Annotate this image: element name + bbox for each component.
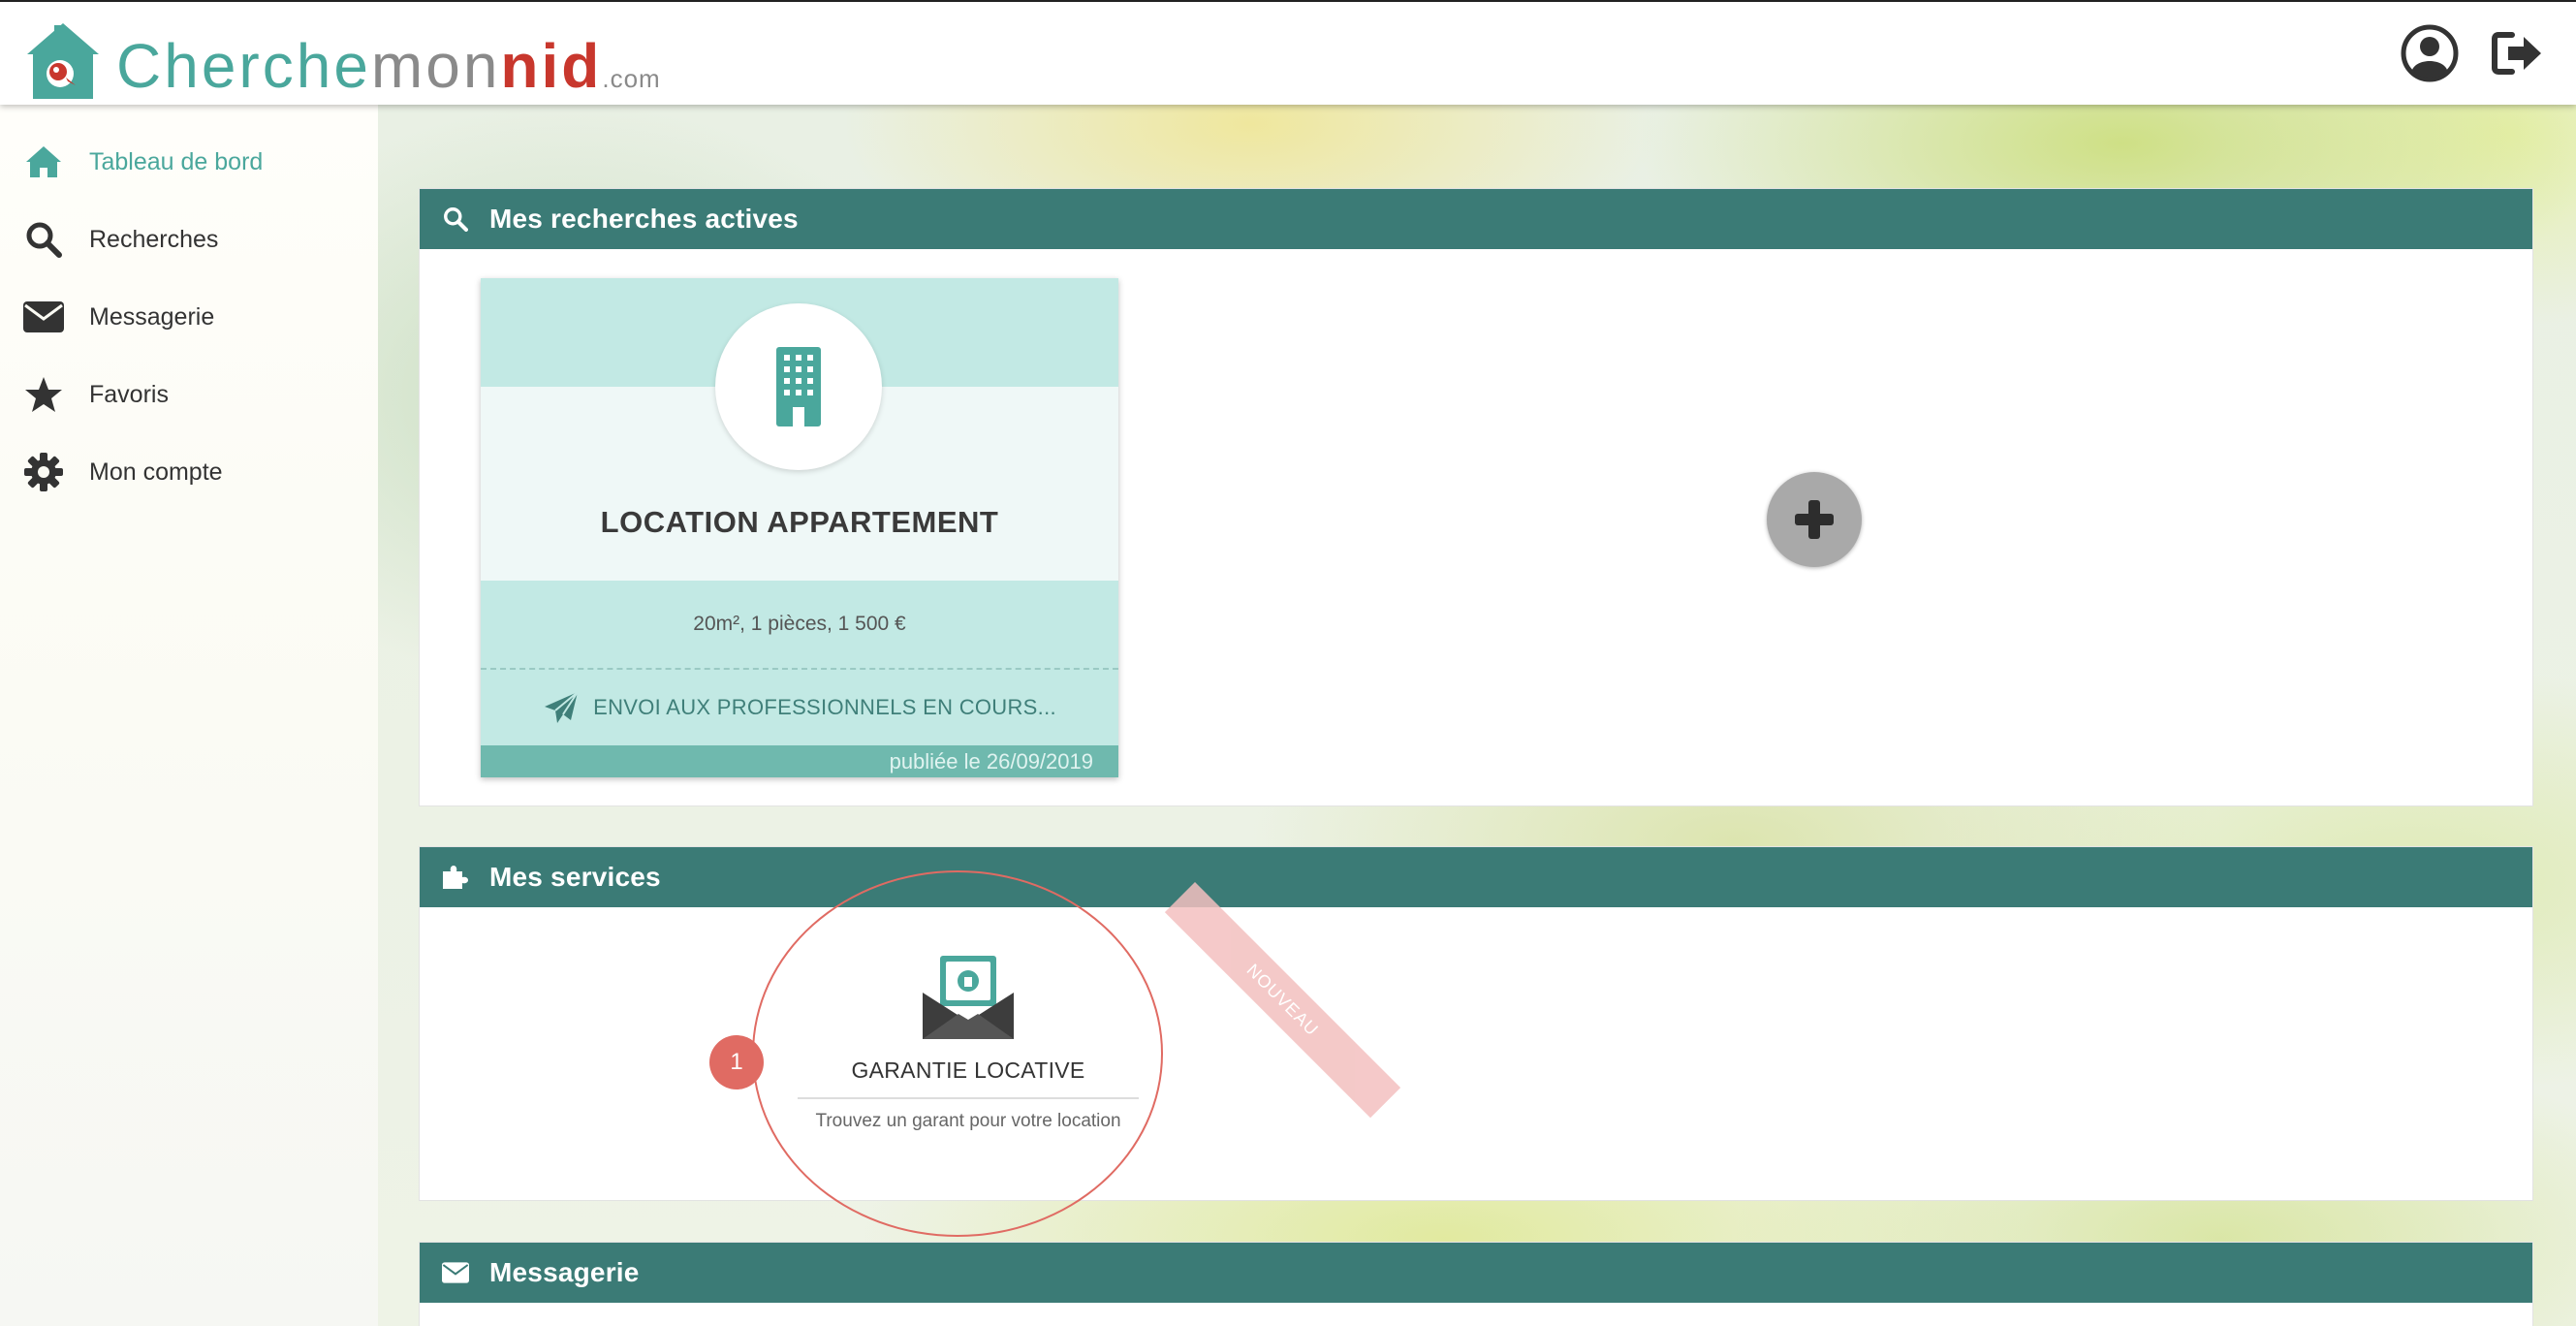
search-card[interactable]: LOCATION APPARTEMENT 20m², 1 pièces, 1 5…	[481, 278, 1118, 777]
card-status-text: ENVOI AUX PROFESSIONNELS EN COURS...	[593, 695, 1056, 719]
panel-header: Mes recherches actives	[420, 189, 2532, 249]
messaging-panel: Messagerie	[419, 1242, 2533, 1326]
sidebar-item-label: Mon compte	[89, 458, 223, 486]
rental-guarantee-service[interactable]: GARANTIE LOCATIVE Trouvez un garant pour…	[798, 954, 1139, 1132]
sidebar-item-favoris[interactable]: Favoris	[21, 372, 169, 417]
sidebar-item-messagerie[interactable]: Messagerie	[21, 295, 214, 339]
card-title: LOCATION APPARTEMENT	[600, 505, 999, 539]
money-envelope-icon	[923, 956, 1014, 1039]
card-status: ENVOI AUX PROFESSIONNELS EN COURS...	[481, 668, 1118, 745]
sidebar-item-mon-compte[interactable]: Mon compte	[21, 450, 223, 494]
building-icon-circle	[715, 303, 882, 470]
envelope-icon	[439, 1256, 472, 1289]
services-panel: Mes services NOUVEAU GARANTIE LOCATIVE T…	[419, 846, 2533, 1201]
sidebar-item-label: Tableau de bord	[89, 147, 264, 175]
panel-title: Messagerie	[489, 1257, 640, 1287]
top-header: Cherchemonnid.com	[0, 0, 2576, 105]
service-description: Trouvez un garant pour votre location	[815, 1111, 1121, 1131]
panel-header: Messagerie	[420, 1243, 2532, 1303]
sidebar-item-label: Recherches	[89, 225, 219, 253]
sidebar-item-tableau-de-bord[interactable]: Tableau de bord	[21, 140, 263, 184]
house-logo-icon	[27, 23, 99, 99]
card-published-date: publiée le 26/09/2019	[481, 745, 1118, 777]
panel-title: Mes services	[489, 862, 661, 892]
logo[interactable]: Cherchemonnid.com	[25, 14, 661, 101]
new-ribbon: NOUVEAU	[1164, 882, 1401, 1119]
active-searches-panel: Mes recherches actives LOCATION APPARTEM…	[419, 188, 2533, 806]
sidebar-item-label: Favoris	[89, 380, 169, 408]
sidebar: Tableau de bord Recherches Messagerie Fa…	[0, 105, 378, 1326]
paper-plane-icon	[543, 689, 580, 726]
home-icon	[21, 140, 66, 184]
search-icon	[439, 203, 472, 236]
star-icon	[21, 372, 66, 417]
logo-text: Cherchemonnid.com	[116, 31, 661, 101]
search-icon	[21, 217, 66, 262]
card-info: 20m², 1 pièces, 1 500 €	[481, 581, 1118, 668]
service-title: GARANTIE LOCATIVE	[798, 1058, 1139, 1099]
puzzle-icon	[439, 861, 472, 894]
sidebar-item-label: Messagerie	[89, 302, 215, 331]
tutorial-step-badge: 1	[709, 1035, 764, 1089]
gear-icon	[21, 450, 66, 494]
plus-icon	[1795, 500, 1834, 539]
logout-icon[interactable]	[2487, 23, 2547, 83]
panel-title: Mes recherches actives	[489, 204, 799, 234]
building-icon	[776, 347, 821, 426]
panel-header: Mes services	[420, 847, 2532, 907]
add-search-button[interactable]	[1767, 472, 1862, 567]
user-circle-icon[interactable]	[2400, 23, 2460, 83]
envelope-icon	[21, 295, 66, 339]
sidebar-item-recherches[interactable]: Recherches	[21, 217, 218, 262]
